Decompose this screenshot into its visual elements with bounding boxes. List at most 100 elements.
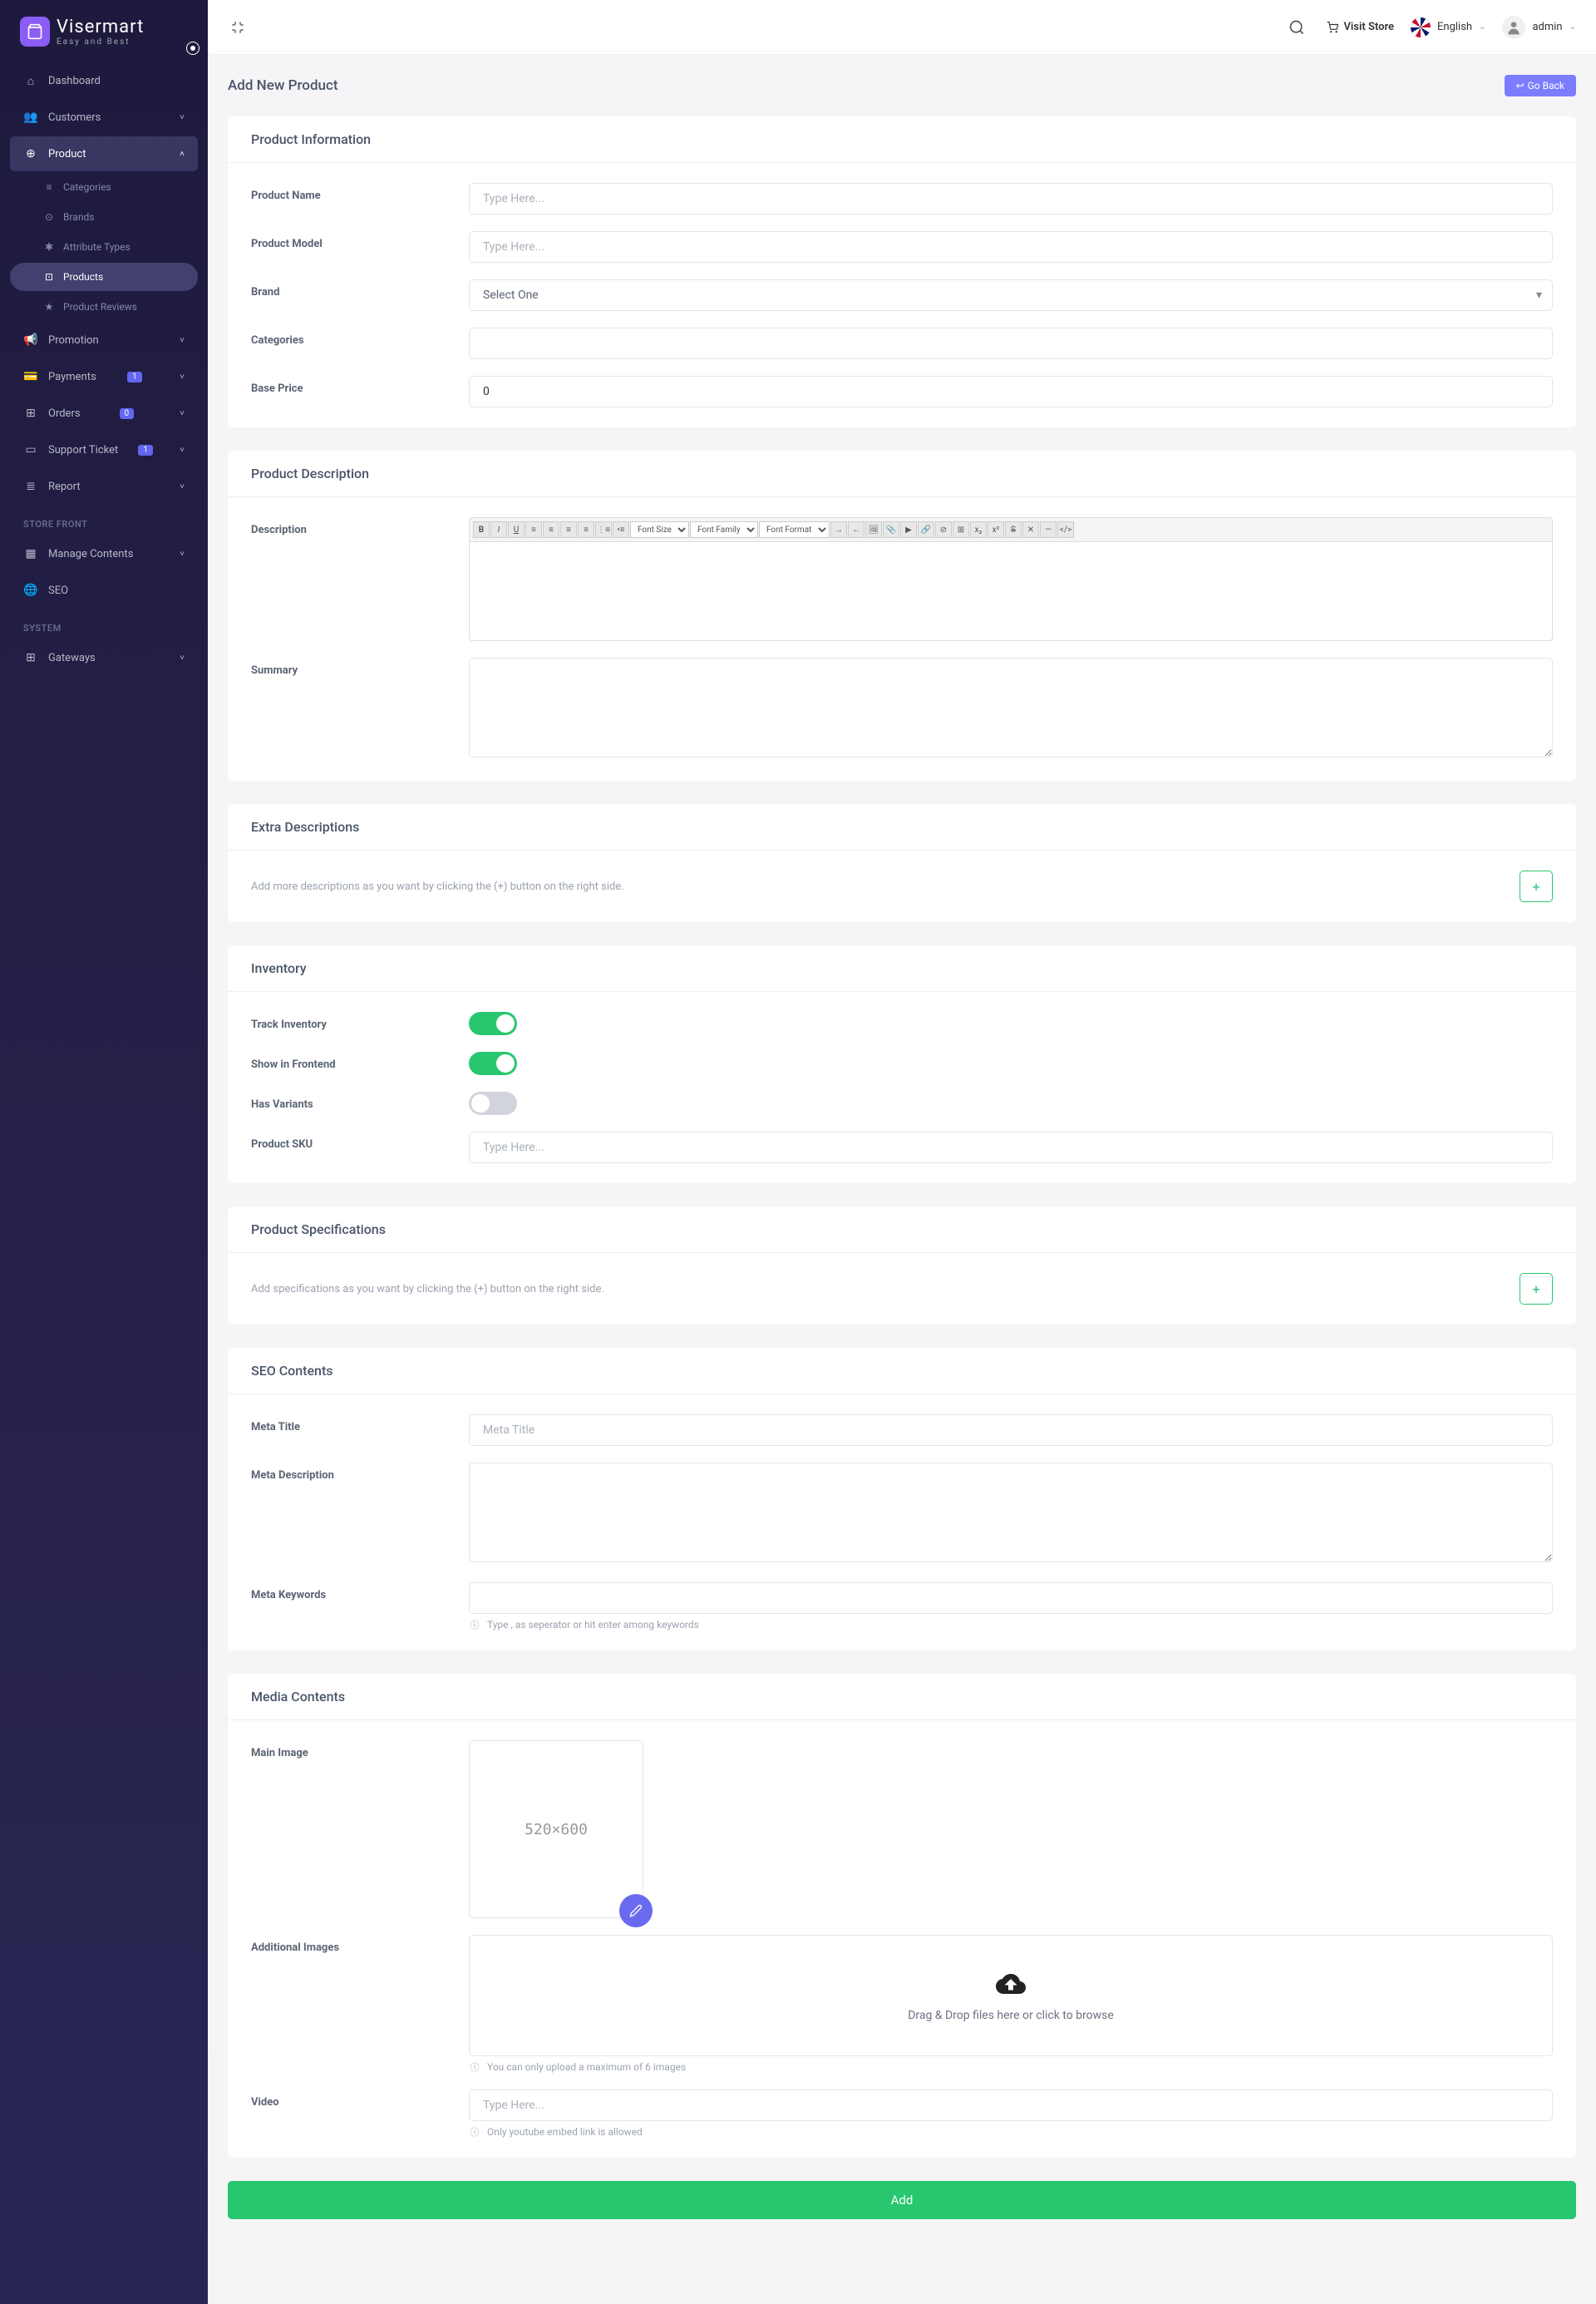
nav-icon: ✱ [43, 241, 55, 253]
unlink-button[interactable]: ⊘ [935, 521, 952, 538]
select-brand[interactable]: Select One [469, 279, 1553, 311]
badge: 1 [138, 445, 153, 456]
nav-label: Product [48, 148, 86, 160]
label-product-model: Product Model [251, 231, 469, 250]
input-product-model[interactable] [469, 231, 1553, 263]
sidebar-item-payments[interactable]: 💳Payments1˅ [10, 359, 198, 394]
language-label: English [1437, 21, 1472, 33]
language-selector[interactable]: English ⌄ [1411, 17, 1485, 37]
sidebar-item-product[interactable]: ⊕Product˄ [10, 136, 198, 171]
label-meta-title: Meta Title [251, 1414, 469, 1433]
align-left-button[interactable]: ≡ [525, 521, 542, 538]
align-right-button[interactable]: ≡ [560, 521, 577, 538]
video-button[interactable]: ▶ [900, 521, 917, 538]
submit-button[interactable]: Add [228, 2181, 1576, 2219]
visit-store-label: Visit Store [1343, 21, 1394, 33]
indent-button[interactable]: → [830, 521, 847, 538]
sidebar-subitem-product-reviews[interactable]: ★Product Reviews [10, 293, 198, 321]
page-title: Add New Product [228, 77, 338, 94]
label-description: Description [251, 517, 469, 536]
align-center-button[interactable]: ≡ [543, 521, 559, 538]
bold-button[interactable]: B [473, 521, 490, 538]
fullscreen-icon[interactable] [228, 17, 248, 37]
file-button[interactable]: 📎 [883, 521, 899, 538]
chevron-icon: ˅ [180, 482, 185, 491]
user-label: admin [1532, 21, 1562, 33]
visit-store-link[interactable]: Visit Store [1327, 21, 1394, 33]
list-ul-button[interactable]: •≡ [613, 521, 629, 538]
sidebar-item-support-ticket[interactable]: ▭Support Ticket1˅ [10, 432, 198, 467]
input-product-name[interactable] [469, 183, 1553, 215]
chevron-icon: ˅ [180, 409, 185, 418]
hr-button[interactable]: — [1040, 521, 1057, 538]
nav-icon: 📢 [23, 333, 38, 348]
sub-button[interactable]: x₂ [970, 521, 987, 538]
nav-label: Products [63, 271, 103, 283]
chevron-icon: ˅ [180, 336, 185, 345]
code-button[interactable]: </> [1057, 521, 1074, 538]
topbar-left [228, 17, 248, 37]
underline-button[interactable]: U [508, 521, 525, 538]
sidebar-item-report[interactable]: ≣Report˅ [10, 469, 198, 504]
dropzone[interactable]: Drag & Drop files here or click to brows… [469, 1935, 1553, 2056]
cart-icon [1327, 22, 1338, 33]
nav-icon: ⊡ [43, 271, 55, 283]
brand-name: Visermart [57, 17, 144, 37]
font-format-select[interactable]: Font Format [759, 521, 830, 538]
card-media: Media Contents Main Image 520×600 [228, 1674, 1576, 2158]
list-ol-button[interactable]: ⋮≡ [595, 521, 612, 538]
sidebar: Visermart Easy and Best ⌂Dashboard👥Custo… [0, 0, 208, 2304]
input-video[interactable] [469, 2089, 1553, 2121]
sidebar-collapse-button[interactable] [186, 42, 200, 55]
topbar: Visit Store English ⌄ admin ⌄ [208, 0, 1596, 55]
clear-button[interactable]: ✕ [1022, 521, 1039, 538]
toggle-show-frontend[interactable] [469, 1052, 517, 1075]
sidebar-item-orders[interactable]: ⊞Orders0˅ [10, 396, 198, 431]
sidebar-subitem-brands[interactable]: ⊙Brands [10, 203, 198, 231]
input-categories[interactable] [469, 328, 1553, 359]
main-image-upload[interactable]: 520×600 [469, 1740, 643, 1918]
textarea-summary[interactable] [469, 658, 1553, 757]
sidebar-item-promotion[interactable]: 📢Promotion˅ [10, 323, 198, 358]
sidebar-subitem-categories[interactable]: ≡Categories [10, 173, 198, 201]
toggle-track-inventory[interactable] [469, 1012, 517, 1035]
align-justify-button[interactable]: ≡ [578, 521, 594, 538]
font-family-select[interactable]: Font Family [690, 521, 758, 538]
textarea-meta-desc[interactable] [469, 1463, 1553, 1562]
toggle-has-variants[interactable] [469, 1092, 517, 1115]
sidebar-subitem-products[interactable]: ⊡ Products [10, 263, 198, 291]
font-size-select[interactable]: Font Size [630, 521, 689, 538]
editor-body[interactable] [469, 541, 1553, 641]
input-sku[interactable] [469, 1132, 1553, 1163]
label-product-name: Product Name [251, 183, 469, 202]
search-icon[interactable] [1283, 14, 1310, 41]
sidebar-item-gateways[interactable]: ⊞Gateways˅ [10, 640, 198, 675]
input-meta-title[interactable] [469, 1414, 1553, 1446]
sup-button[interactable]: x² [988, 521, 1004, 538]
go-back-button[interactable]: ↩ Go Back [1505, 75, 1576, 96]
edit-image-button[interactable] [619, 1894, 653, 1927]
sidebar-item-seo[interactable]: 🌐SEO [10, 573, 198, 608]
image-button[interactable]: 🖼 [865, 521, 882, 538]
strike-button[interactable]: S [1005, 521, 1022, 538]
info-icon: ⓘ [469, 1619, 480, 1631]
sidebar-item-dashboard[interactable]: ⌂Dashboard [10, 63, 198, 98]
sidebar-nav: ⌂Dashboard👥Customers˅⊕Product˄≡Categorie… [0, 63, 208, 675]
sidebar-item-manage-contents[interactable]: ▦Manage Contents˅ [10, 536, 198, 571]
label-video: Video [251, 2089, 469, 2109]
extra-desc-hint: Add more descriptions as you want by cli… [251, 881, 624, 893]
input-base-price[interactable] [469, 376, 1553, 407]
image-placeholder: 520×600 [525, 1821, 588, 1838]
add-spec-button[interactable]: + [1520, 1273, 1553, 1305]
link-button[interactable]: 🔗 [918, 521, 934, 538]
add-extra-desc-button[interactable]: + [1520, 871, 1553, 902]
sidebar-subitem-attribute-types[interactable]: ✱Attribute Types [10, 233, 198, 261]
avatar [1502, 16, 1525, 39]
input-meta-keywords[interactable] [469, 1582, 1553, 1614]
sidebar-item-customers[interactable]: 👥Customers˅ [10, 100, 198, 135]
user-menu[interactable]: admin ⌄ [1502, 16, 1576, 39]
table-button[interactable]: ⊞ [953, 521, 969, 538]
italic-button[interactable]: I [490, 521, 507, 538]
outdent-button[interactable]: ← [848, 521, 864, 538]
label-main-image: Main Image [251, 1740, 469, 1759]
